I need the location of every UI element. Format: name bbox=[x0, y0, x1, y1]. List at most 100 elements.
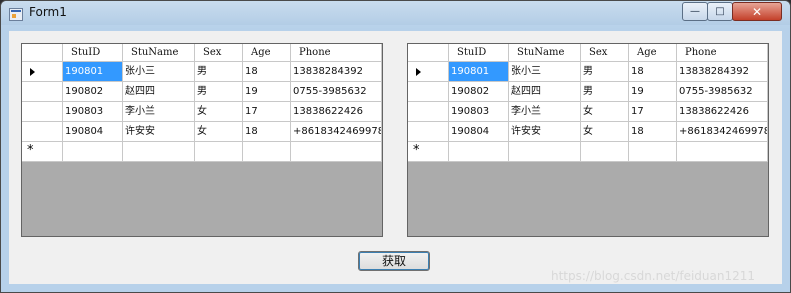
row-header[interactable]: * bbox=[22, 142, 63, 162]
new-row-star-icon: * bbox=[27, 143, 34, 158]
cell-age[interactable]: 18 bbox=[243, 62, 291, 82]
cell-phone[interactable]: 0755-3985632 bbox=[291, 82, 382, 102]
table-row[interactable]: 190804 许安安女 18 +8618342469978 bbox=[408, 122, 768, 142]
cell-sex[interactable]: 男 bbox=[581, 62, 629, 82]
cell-stuname[interactable]: 赵四四 bbox=[509, 82, 581, 102]
title-bar[interactable]: Form1 — □ ✕ bbox=[1, 1, 790, 25]
cell-sex[interactable]: 男 bbox=[195, 82, 243, 102]
cell-age[interactable]: 19 bbox=[629, 82, 677, 102]
fetch-button[interactable]: 获取 bbox=[358, 251, 430, 271]
maximize-button[interactable]: □ bbox=[707, 2, 733, 21]
row-header[interactable] bbox=[22, 102, 63, 122]
cell-phone[interactable]: 13838622426 bbox=[291, 102, 382, 122]
cell-stuid[interactable]: 190801 bbox=[449, 62, 509, 82]
cell-stuid[interactable] bbox=[449, 142, 509, 162]
row-header[interactable] bbox=[408, 122, 449, 142]
column-header-sex[interactable]: Sex bbox=[195, 44, 243, 62]
table-row[interactable]: 190804 许安安女 18 +8618342469978 bbox=[22, 122, 382, 142]
cell-age[interactable]: 18 bbox=[243, 122, 291, 142]
column-header-sex[interactable]: Sex bbox=[581, 44, 629, 62]
cell-stuid[interactable]: 190802 bbox=[449, 82, 509, 102]
cell-stuname[interactable]: 李小兰 bbox=[123, 102, 195, 122]
cell-stuid[interactable] bbox=[63, 142, 123, 162]
cell-phone[interactable]: 13838284392 bbox=[291, 62, 382, 82]
cell-sex[interactable]: 男 bbox=[581, 82, 629, 102]
new-row-star-icon: * bbox=[413, 143, 420, 158]
column-header-stuid[interactable]: StuID bbox=[63, 44, 123, 62]
table-row[interactable]: 190803 李小兰女 17 13838622426 bbox=[22, 102, 382, 122]
table-row[interactable]: 190802 赵四四男 19 0755-3985632 bbox=[22, 82, 382, 102]
cell-sex[interactable]: 女 bbox=[195, 122, 243, 142]
table-row[interactable]: 190801 张小三男 18 13838284392 bbox=[22, 62, 382, 82]
cell-stuid[interactable]: 190802 bbox=[63, 82, 123, 102]
cell-stuname[interactable]: 李小兰 bbox=[509, 102, 581, 122]
watermark-text: https://blog.csdn.net/feiduan1211 bbox=[551, 269, 756, 283]
column-header-stuname[interactable]: StuName bbox=[509, 44, 581, 62]
cell-sex[interactable] bbox=[195, 142, 243, 162]
cell-phone[interactable]: +8618342469978 bbox=[677, 122, 768, 142]
cell-age[interactable]: 17 bbox=[243, 102, 291, 122]
row-header[interactable] bbox=[408, 62, 449, 82]
cell-stuid[interactable]: 190803 bbox=[449, 102, 509, 122]
cell-age[interactable]: 17 bbox=[629, 102, 677, 122]
cell-stuid[interactable]: 190803 bbox=[63, 102, 123, 122]
cell-stuid[interactable]: 190801 bbox=[63, 62, 123, 82]
minimize-button[interactable]: — bbox=[682, 2, 708, 21]
row-header[interactable] bbox=[22, 62, 63, 82]
cell-phone[interactable] bbox=[677, 142, 768, 162]
window-title: Form1 bbox=[29, 5, 67, 19]
grid-corner-cell[interactable] bbox=[22, 44, 63, 62]
cell-phone[interactable]: +8618342469978 bbox=[291, 122, 382, 142]
cell-age[interactable] bbox=[629, 142, 677, 162]
cell-sex[interactable]: 女 bbox=[581, 102, 629, 122]
row-header[interactable] bbox=[22, 122, 63, 142]
cell-stuname[interactable]: 许安安 bbox=[123, 122, 195, 142]
cell-phone[interactable]: 0755-3985632 bbox=[677, 82, 768, 102]
table-row[interactable]: 190802 赵四四男 19 0755-3985632 bbox=[408, 82, 768, 102]
cell-stuname[interactable]: 许安安 bbox=[509, 122, 581, 142]
close-button[interactable]: ✕ bbox=[732, 2, 782, 21]
row-header[interactable] bbox=[22, 82, 63, 102]
form1-window: Form1 — □ ✕ StuID StuName Sex Age Phone 19080… bbox=[0, 0, 791, 293]
row-header[interactable] bbox=[408, 82, 449, 102]
cell-phone[interactable]: 13838284392 bbox=[677, 62, 768, 82]
cell-age[interactable] bbox=[243, 142, 291, 162]
cell-phone[interactable] bbox=[291, 142, 382, 162]
current-row-arrow-icon bbox=[30, 68, 35, 76]
cell-stuname[interactable] bbox=[509, 142, 581, 162]
cell-age[interactable]: 19 bbox=[243, 82, 291, 102]
grid-header: StuID StuName Sex Age Phone bbox=[22, 44, 382, 62]
client-area: StuID StuName Sex Age Phone 190801 张小三男 18 13838… bbox=[9, 31, 782, 284]
cell-sex[interactable]: 女 bbox=[195, 102, 243, 122]
row-header[interactable]: * bbox=[408, 142, 449, 162]
datagridview-right[interactable]: StuID StuName Sex Age Phone 190801 张小三男 18 13838… bbox=[407, 43, 769, 237]
grid-corner-cell[interactable] bbox=[408, 44, 449, 62]
column-header-stuid[interactable]: StuID bbox=[449, 44, 509, 62]
datagridview-left[interactable]: StuID StuName Sex Age Phone 190801 张小三男 18 13838… bbox=[21, 43, 383, 237]
table-row[interactable]: 190803 李小兰女 17 13838622426 bbox=[408, 102, 768, 122]
column-header-phone[interactable]: Phone bbox=[291, 44, 382, 62]
cell-stuid[interactable]: 190804 bbox=[449, 122, 509, 142]
column-header-phone[interactable]: Phone bbox=[677, 44, 768, 62]
cell-age[interactable]: 18 bbox=[629, 62, 677, 82]
cell-stuname[interactable]: 张小三 bbox=[509, 62, 581, 82]
app-icon bbox=[9, 8, 23, 21]
column-header-stuname[interactable]: StuName bbox=[123, 44, 195, 62]
new-row[interactable]: * bbox=[22, 142, 382, 162]
table-row[interactable]: 190801 张小三男 18 13838284392 bbox=[408, 62, 768, 82]
cell-age[interactable]: 18 bbox=[629, 122, 677, 142]
new-row[interactable]: * bbox=[408, 142, 768, 162]
row-header[interactable] bbox=[408, 102, 449, 122]
cell-sex[interactable]: 男 bbox=[195, 62, 243, 82]
cell-sex[interactable] bbox=[581, 142, 629, 162]
cell-stuname[interactable] bbox=[123, 142, 195, 162]
cell-phone[interactable]: 13838622426 bbox=[677, 102, 768, 122]
current-row-arrow-icon bbox=[416, 68, 421, 76]
cell-stuname[interactable]: 张小三 bbox=[123, 62, 195, 82]
column-header-age[interactable]: Age bbox=[629, 44, 677, 62]
column-header-age[interactable]: Age bbox=[243, 44, 291, 62]
cell-sex[interactable]: 女 bbox=[581, 122, 629, 142]
grid-header: StuID StuName Sex Age Phone bbox=[408, 44, 768, 62]
cell-stuname[interactable]: 赵四四 bbox=[123, 82, 195, 102]
cell-stuid[interactable]: 190804 bbox=[63, 122, 123, 142]
